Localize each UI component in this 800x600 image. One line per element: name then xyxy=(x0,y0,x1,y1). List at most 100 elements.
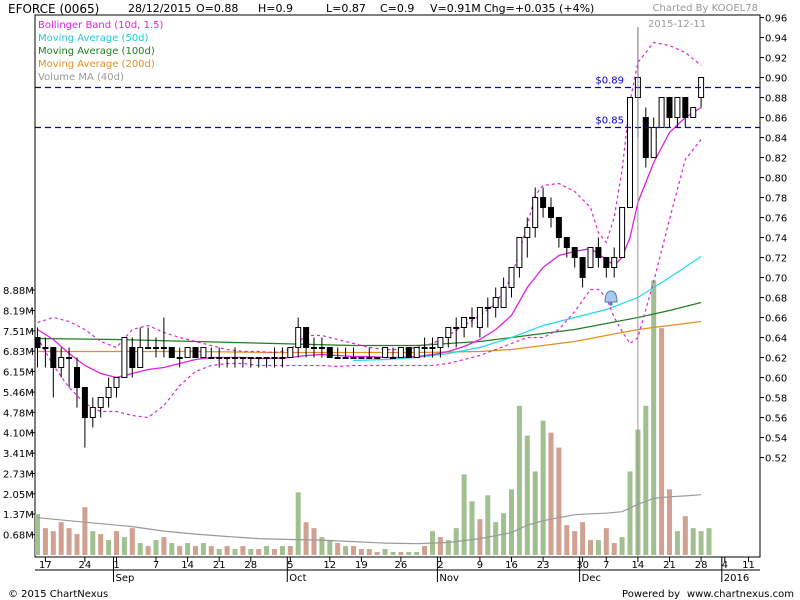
candle-up xyxy=(587,247,594,268)
volume-bar xyxy=(595,540,601,555)
volume-bar xyxy=(248,549,254,555)
volume-tick-label: 4.10M xyxy=(3,429,34,440)
candle-up xyxy=(437,337,444,348)
volume-bar xyxy=(224,546,230,555)
brand-link[interactable]: www.chartnexus.com xyxy=(687,589,794,600)
volume-bar xyxy=(580,522,586,555)
volume-bar xyxy=(240,546,246,555)
x-tick-label: 12 xyxy=(323,560,336,571)
candle-up xyxy=(492,297,499,308)
price-tick-label: 0.90 xyxy=(765,74,787,85)
price-tick-label: 0.56 xyxy=(765,414,787,425)
candle-up xyxy=(247,357,254,359)
candle-up xyxy=(97,397,104,408)
candle-down xyxy=(603,257,610,268)
candle-up xyxy=(279,357,286,359)
volume-bar xyxy=(185,543,191,555)
x-tick-label: 16 xyxy=(505,560,518,571)
volume-bar xyxy=(422,546,428,555)
candle-up xyxy=(105,387,112,398)
price-tick-label: 0.70 xyxy=(765,274,787,285)
candle-up xyxy=(216,357,223,359)
volume-bar xyxy=(564,525,570,555)
candle-up xyxy=(42,347,49,349)
volume-bar xyxy=(58,522,64,555)
candle-down xyxy=(595,247,602,258)
candle-up xyxy=(429,347,436,349)
price-tick-label: 0.96 xyxy=(765,14,787,25)
volume-bar xyxy=(374,552,380,555)
candle-down xyxy=(50,347,57,368)
candle-up xyxy=(176,357,183,359)
x-tick-label: 21 xyxy=(213,560,226,571)
candle-up xyxy=(508,267,515,288)
volume-bar xyxy=(366,549,372,555)
candle-up xyxy=(263,357,270,359)
candle-up xyxy=(66,357,73,359)
volume-bar xyxy=(145,546,151,555)
price-tick-label: 0.54 xyxy=(765,434,787,445)
volume-bar xyxy=(121,537,127,555)
candle-up xyxy=(58,357,65,368)
candle-up xyxy=(153,347,159,349)
month-label: Sep xyxy=(116,573,135,584)
x-tick-label: 23 xyxy=(537,560,550,571)
x-tick-label: 19 xyxy=(355,560,368,571)
candle-down xyxy=(563,237,570,248)
candle-up xyxy=(524,227,531,238)
volume-tick-label: 5.46M xyxy=(3,388,34,399)
price-tick-label: 0.72 xyxy=(765,254,787,265)
volume-bar xyxy=(651,280,657,555)
candle-down xyxy=(303,327,310,348)
candle-up xyxy=(200,347,207,358)
volume-bar xyxy=(264,546,270,555)
volume-bar xyxy=(667,489,672,555)
volume-bar xyxy=(588,540,593,555)
price-tick-label: 0.94 xyxy=(765,34,787,45)
volume-bar xyxy=(232,549,238,555)
volume-bar xyxy=(698,531,704,555)
candle-up xyxy=(453,327,460,329)
volume-bar xyxy=(279,546,285,555)
x-tick-label: 7 xyxy=(603,560,609,571)
volume-bar xyxy=(509,489,514,555)
bollinger-layer xyxy=(36,41,702,419)
bollinger-lower xyxy=(36,139,702,419)
volume-bar xyxy=(619,537,625,555)
candle-up xyxy=(342,357,349,359)
candle-up xyxy=(611,257,618,268)
candle-up xyxy=(500,287,507,308)
volume-bar xyxy=(556,447,562,555)
volume-bar xyxy=(327,540,333,555)
volume-bar xyxy=(603,528,609,555)
price-tick-label: 0.64 xyxy=(765,334,787,345)
price-tick-label: 0.62 xyxy=(765,354,787,365)
volume-bar xyxy=(98,534,104,555)
candle-up xyxy=(239,357,246,359)
volume-bar xyxy=(674,531,680,555)
x-tick-label: 14 xyxy=(632,560,645,571)
x-tick-label: 24 xyxy=(79,560,92,571)
x-tick-label: 30 xyxy=(576,560,589,571)
candle-down xyxy=(540,197,547,208)
x-tick-label: 28 xyxy=(244,560,257,571)
candle-up xyxy=(311,347,317,349)
candle-up xyxy=(461,317,468,328)
volume-bar xyxy=(90,531,96,555)
volume-bar xyxy=(516,405,522,555)
candle-down xyxy=(666,97,673,118)
volume-bar xyxy=(303,522,309,555)
candle-up xyxy=(532,197,539,228)
candle-up xyxy=(318,347,325,349)
candle-up xyxy=(295,327,302,348)
candle-down xyxy=(642,117,649,158)
volume-bar xyxy=(343,546,349,555)
volume-tick-label: 7.51M xyxy=(3,327,34,338)
volume-tick-label: 6.83M xyxy=(3,347,34,358)
volume-tick-label: 6.15M xyxy=(3,367,34,378)
date-marker-label: 2015-12-11 xyxy=(648,19,706,30)
volume-bar xyxy=(216,549,222,555)
candle-up xyxy=(184,347,191,358)
candle-up xyxy=(650,127,657,158)
alert-bell-icon xyxy=(604,290,618,303)
